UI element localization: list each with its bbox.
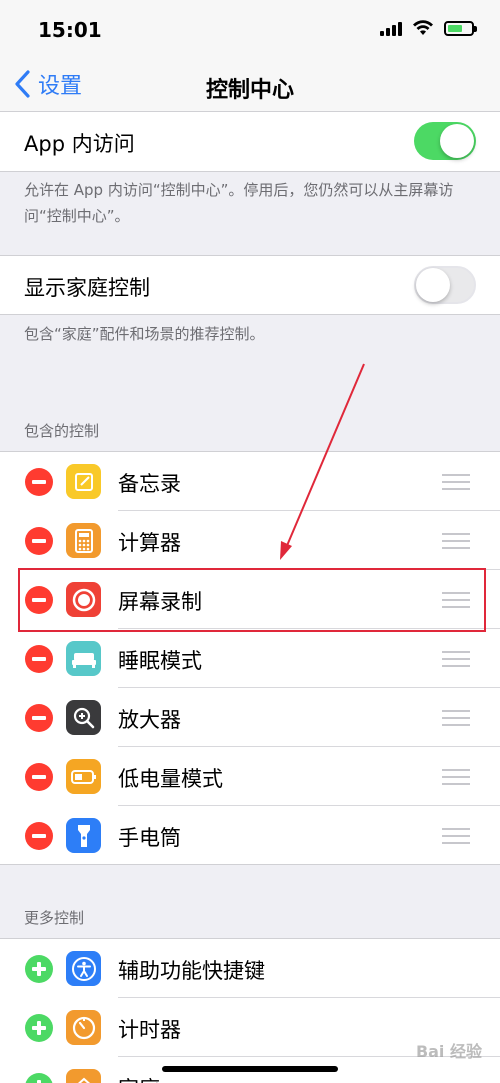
- home-controls-label: 显示家庭控制: [24, 276, 150, 300]
- annotation-highlight-box: [18, 568, 486, 632]
- control-row-notes: 备忘录: [0, 452, 500, 511]
- control-row-flashlight: 手电筒: [0, 806, 500, 865]
- add-button[interactable]: [25, 955, 53, 983]
- control-label: 家庭: [118, 1073, 160, 1083]
- reorder-handle-icon[interactable]: [442, 533, 470, 554]
- control-row-sleep-mode: 睡眠模式: [0, 629, 500, 688]
- access-in-apps-toggle[interactable]: [414, 122, 476, 160]
- control-label: 低电量模式: [118, 767, 223, 791]
- status-time: 15:01: [38, 18, 102, 42]
- home-controls-toggle[interactable]: [414, 266, 476, 304]
- page-title: 控制中心: [205, 78, 294, 103]
- reorder-handle-icon[interactable]: [442, 474, 470, 495]
- wifi-icon: [413, 20, 433, 35]
- included-controls-header: 包含的控制: [24, 422, 100, 440]
- signal-icon: [380, 20, 402, 36]
- access-in-apps-cell: App 内访问: [0, 112, 500, 172]
- home-icon: [66, 1069, 101, 1083]
- add-button[interactable]: [25, 1073, 53, 1083]
- bed-icon: [66, 641, 101, 676]
- included-controls-list: 备忘录 计算器 屏幕录制 睡眠模式 放大器 低电量模式 手电筒: [0, 451, 500, 865]
- status-bar: 15:01: [0, 0, 500, 60]
- navigation-bar: 设置 控制中心: [0, 60, 500, 112]
- remove-button[interactable]: [25, 527, 53, 555]
- control-label: 辅助功能快捷键: [118, 959, 265, 983]
- notes-icon: [66, 464, 101, 499]
- more-controls-header: 更多控制: [24, 909, 85, 927]
- battery-icon: [444, 20, 477, 36]
- control-label: 计时器: [118, 1018, 181, 1042]
- flashlight-icon: [66, 818, 101, 853]
- control-label: 睡眠模式: [118, 649, 202, 673]
- remove-button[interactable]: [25, 822, 53, 850]
- access-in-apps-footnote: 允许在 App 内访问“控制中心”。停用后，您仍然可以从主屏幕访问“控制中心”。: [24, 181, 454, 225]
- magnifier-icon: [66, 700, 101, 735]
- home-controls-footnote: 包含“家庭”配件和场景的推荐控制。: [24, 325, 265, 343]
- reorder-handle-icon[interactable]: [442, 769, 470, 790]
- reorder-handle-icon[interactable]: [442, 651, 470, 672]
- remove-button[interactable]: [25, 704, 53, 732]
- status-icons: [380, 20, 477, 36]
- remove-button[interactable]: [25, 468, 53, 496]
- control-label: 手电筒: [118, 826, 181, 850]
- home-indicator: [162, 1066, 338, 1072]
- calculator-icon: [66, 523, 101, 558]
- battery-icon: [66, 759, 101, 794]
- reorder-handle-icon[interactable]: [442, 710, 470, 731]
- control-row-magnifier: 放大器: [0, 688, 500, 747]
- reorder-handle-icon[interactable]: [442, 828, 470, 849]
- control-row-calculator: 计算器: [0, 511, 500, 570]
- control-label: 备忘录: [118, 472, 181, 496]
- remove-button[interactable]: [25, 763, 53, 791]
- add-button[interactable]: [25, 1014, 53, 1042]
- home-controls-cell: 显示家庭控制: [0, 255, 500, 315]
- control-label: 放大器: [118, 708, 181, 732]
- timer-icon: [66, 1010, 101, 1045]
- watermark: Bai 经验: [415, 1042, 482, 1061]
- control-label: 计算器: [118, 531, 181, 555]
- accessibility-icon: [66, 951, 101, 986]
- control-row-accessibility-shortcut: 辅助功能快捷键: [0, 939, 500, 998]
- remove-button[interactable]: [25, 645, 53, 673]
- control-row-low-power: 低电量模式: [0, 747, 500, 806]
- access-in-apps-label: App 内访问: [24, 132, 135, 156]
